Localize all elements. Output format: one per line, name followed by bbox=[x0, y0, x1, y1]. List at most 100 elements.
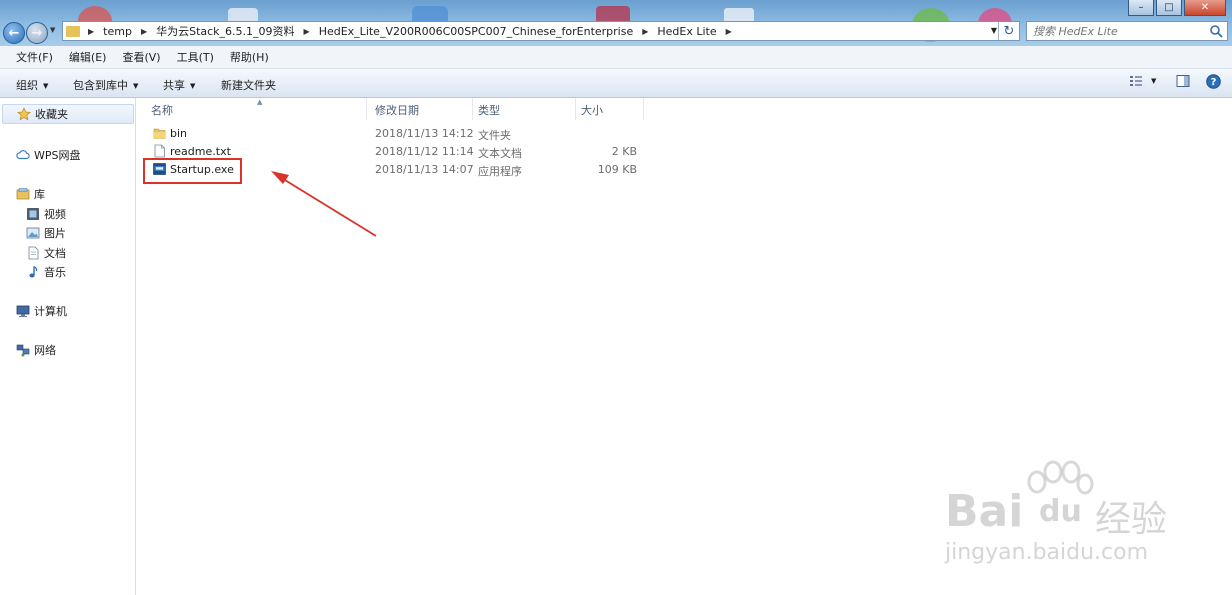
column-divider[interactable] bbox=[643, 98, 644, 120]
sidebar-item-favorites[interactable]: 收藏夹 bbox=[2, 104, 134, 124]
column-divider[interactable] bbox=[575, 98, 576, 120]
include-in-library-label: 包含到库中 bbox=[73, 79, 128, 92]
breadcrumb-item[interactable]: 华为云Stack_6.5.1_09资料 bbox=[156, 23, 294, 39]
file-modified: 2018/11/13 14:07 bbox=[375, 163, 474, 176]
star-icon bbox=[17, 107, 31, 121]
address-bar[interactable]: ▶ temp ▶ 华为云Stack_6.5.1_09资料 ▶ HedEx_Lit… bbox=[62, 21, 1020, 41]
sidebar-item-computer[interactable]: 计算机 bbox=[16, 302, 67, 320]
share-label: 共享 bbox=[163, 79, 185, 92]
column-divider[interactable] bbox=[472, 98, 473, 120]
sidebar-item-label: 网络 bbox=[34, 344, 56, 357]
video-icon bbox=[27, 208, 39, 220]
file-size: 2 KB bbox=[611, 145, 637, 158]
column-header-type[interactable]: 类型 bbox=[478, 101, 500, 119]
preview-pane-icon bbox=[1176, 75, 1190, 87]
sidebar-item-label: WPS网盘 bbox=[34, 149, 81, 162]
column-header-label: 类型 bbox=[478, 104, 500, 117]
column-header-name[interactable]: 名称 bbox=[151, 101, 173, 119]
file-name: bin bbox=[170, 127, 188, 140]
annotation-highlight-box bbox=[143, 158, 242, 184]
sidebar-item-label: 图片 bbox=[44, 227, 66, 240]
watermark-brand-cn: 经验 bbox=[1095, 499, 1168, 540]
arrow-left-icon: ← bbox=[8, 25, 20, 41]
chevron-down-icon: ▼ bbox=[43, 82, 49, 90]
watermark-url: jingyan.baidu.com bbox=[945, 540, 1149, 565]
file-type: 文本文档 bbox=[478, 147, 522, 160]
folder-icon bbox=[66, 25, 80, 37]
maximize-button[interactable]: □ bbox=[1156, 0, 1182, 16]
picture-icon bbox=[26, 227, 40, 239]
include-in-library-button[interactable]: 包含到库中 ▼ bbox=[73, 77, 138, 93]
file-size: 109 KB bbox=[597, 163, 637, 176]
breadcrumb-item[interactable]: HedEx_Lite_V200R006C00SPC007_Chinese_for… bbox=[319, 25, 634, 38]
column-header-label: 大小 bbox=[581, 104, 603, 117]
organize-label: 组织 bbox=[16, 79, 38, 92]
back-button[interactable]: ← bbox=[3, 22, 25, 44]
sidebar-item-label: 文档 bbox=[44, 247, 66, 260]
window-title-bar: – □ ✕ ← → ▼ ▶ temp ▶ 华为云Stack_6.5.1_09资料… bbox=[0, 0, 1232, 46]
text-file-icon bbox=[154, 144, 165, 158]
menu-help[interactable]: 帮助(H) bbox=[230, 49, 269, 65]
window-controls: – □ ✕ bbox=[1128, 0, 1226, 16]
help-icon: ? bbox=[1206, 74, 1221, 89]
search-icon[interactable] bbox=[1209, 24, 1223, 38]
search-input[interactable] bbox=[1027, 23, 1213, 39]
library-icon bbox=[16, 188, 30, 200]
chevron-down-icon: ▼ bbox=[190, 82, 196, 90]
breadcrumb-item[interactable]: HedEx Lite bbox=[657, 25, 716, 38]
minimize-button[interactable]: – bbox=[1128, 0, 1154, 16]
menu-file[interactable]: 文件(F) bbox=[16, 49, 53, 65]
sidebar-item-network[interactable]: 网络 bbox=[16, 341, 56, 359]
sidebar-item-label: 音乐 bbox=[44, 266, 66, 279]
cloud-icon bbox=[16, 150, 30, 160]
folder-icon bbox=[153, 128, 166, 139]
sidebar-item-wps[interactable]: WPS网盘 bbox=[16, 146, 81, 164]
share-button[interactable]: 共享 ▼ bbox=[163, 77, 195, 93]
help-button[interactable]: ? bbox=[1206, 74, 1221, 89]
recent-pages-dropdown[interactable]: ▼ bbox=[50, 26, 55, 34]
watermark-brand: Bai bbox=[945, 486, 1024, 537]
chevron-down-icon: ▼ bbox=[133, 82, 139, 90]
menu-tools[interactable]: 工具(T) bbox=[177, 49, 214, 65]
breadcrumb-item[interactable]: temp bbox=[103, 25, 132, 38]
baidu-jingyan-watermark: Bai du 经验 jingyan.baidu.com bbox=[945, 460, 1177, 570]
sidebar-item-music[interactable]: 音乐 bbox=[26, 263, 66, 281]
chevron-right-icon[interactable]: ▶ bbox=[642, 27, 648, 36]
chevron-right-icon[interactable]: ▶ bbox=[726, 27, 732, 36]
menu-view[interactable]: 查看(V) bbox=[122, 49, 160, 65]
chevron-right-icon[interactable]: ▶ bbox=[141, 27, 147, 36]
arrow-right-icon: → bbox=[31, 25, 43, 41]
change-view-button[interactable]: ▼ bbox=[1129, 74, 1156, 88]
sidebar-item-library[interactable]: 库 bbox=[16, 185, 45, 203]
column-header-modified[interactable]: 修改日期 bbox=[375, 101, 419, 119]
search-box[interactable] bbox=[1026, 21, 1228, 41]
file-type: 文件夹 bbox=[478, 129, 511, 142]
menu-bar: 文件(F) 编辑(E) 查看(V) 工具(T) 帮助(H) bbox=[0, 46, 1232, 69]
sidebar-item-label: 视频 bbox=[44, 208, 66, 221]
preview-pane-button[interactable] bbox=[1176, 74, 1190, 88]
chevron-right-icon[interactable]: ▶ bbox=[304, 27, 310, 36]
forward-button[interactable]: → bbox=[26, 22, 48, 44]
sidebar-item-videos[interactable]: 视频 bbox=[26, 205, 66, 223]
file-list-pane: 名称 ▲ 修改日期 类型 大小 bin 2018/11/13 14:12 文件夹… bbox=[137, 98, 1232, 595]
file-row-bin[interactable]: bin 2018/11/13 14:12 文件夹 bbox=[151, 125, 671, 143]
sidebar-item-documents[interactable]: 文档 bbox=[26, 244, 66, 262]
sidebar-item-label: 库 bbox=[34, 188, 45, 201]
column-header-size[interactable]: 大小 bbox=[581, 101, 603, 119]
sidebar-item-pictures[interactable]: 图片 bbox=[26, 224, 66, 242]
refresh-button[interactable]: ↻ bbox=[998, 22, 1019, 40]
document-icon bbox=[28, 246, 39, 260]
column-header-label: 修改日期 bbox=[375, 104, 419, 117]
menu-edit[interactable]: 编辑(E) bbox=[69, 49, 107, 65]
command-bar: 组织 ▼ 包含到库中 ▼ 共享 ▼ 新建文件夹 ▼ ? bbox=[0, 69, 1232, 98]
chevron-down-icon[interactable]: ▼ bbox=[991, 26, 997, 35]
sidebar-item-label: 收藏夹 bbox=[35, 108, 68, 121]
column-header-label: 名称 bbox=[151, 104, 173, 117]
network-icon bbox=[16, 344, 30, 357]
column-divider[interactable] bbox=[366, 98, 367, 120]
chevron-right-icon[interactable]: ▶ bbox=[88, 27, 94, 36]
organize-button[interactable]: 组织 ▼ bbox=[16, 77, 48, 93]
close-button[interactable]: ✕ bbox=[1184, 0, 1226, 16]
watermark-brand-du: du bbox=[1039, 494, 1082, 529]
new-folder-button[interactable]: 新建文件夹 bbox=[221, 77, 276, 93]
